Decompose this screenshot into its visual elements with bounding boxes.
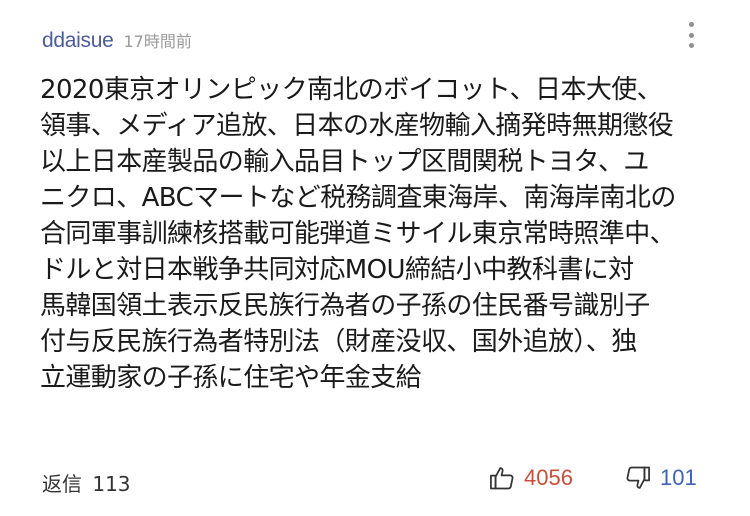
menu-dot xyxy=(688,22,694,27)
reply-button[interactable]: 返信 113 xyxy=(42,468,131,497)
menu-dot xyxy=(688,32,694,38)
dislike-button[interactable]: 101 xyxy=(624,464,697,492)
thumbs-down-icon xyxy=(626,466,650,489)
comment-timestamp: 17時間前 xyxy=(123,32,192,51)
reply-count: 113 xyxy=(92,472,131,496)
comment-header: ddaisue 17時間前 xyxy=(42,28,192,53)
like-count: 4056 xyxy=(524,465,573,490)
comment-body: 2020東京オリンピック南北のボイコット、日本大使、 領事、メディア追放、日本の… xyxy=(40,75,676,393)
thumbs-up-icon xyxy=(490,467,514,490)
dislike-count: 101 xyxy=(660,465,697,490)
comment-footer: 返信 113 4056 101 xyxy=(0,462,750,502)
like-button[interactable]: 4056 xyxy=(488,464,573,492)
reply-label: 返信 xyxy=(42,472,82,496)
more-vertical-icon[interactable] xyxy=(684,22,698,48)
username-link[interactable]: ddaisue xyxy=(42,29,114,53)
menu-dot xyxy=(688,43,694,48)
